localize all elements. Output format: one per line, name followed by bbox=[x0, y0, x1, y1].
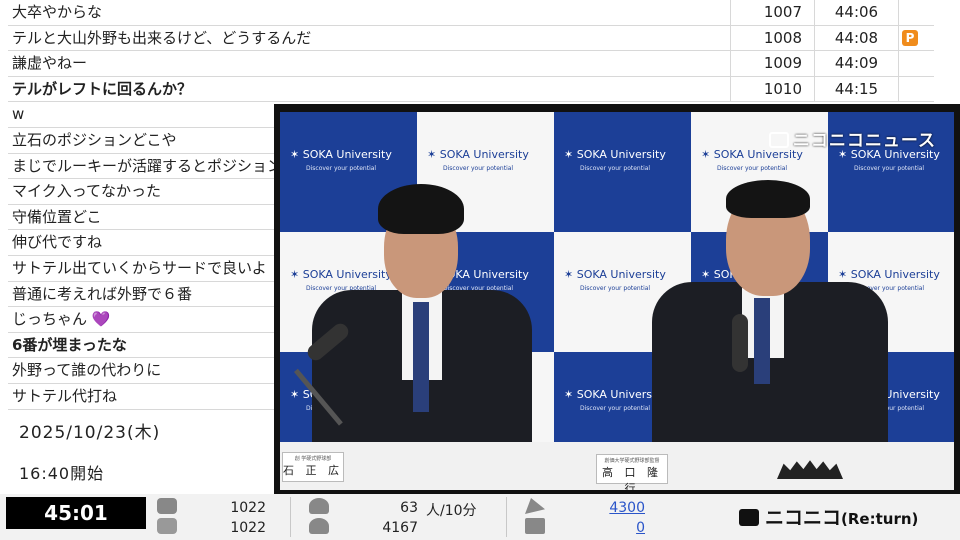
niconico-logo[interactable]: ニコニコ(Re:turn) bbox=[739, 503, 918, 530]
comment-count-icon bbox=[157, 518, 177, 534]
comment-icon bbox=[157, 498, 177, 514]
comment-text: じっちゃん 💜 bbox=[12, 310, 111, 329]
tv-icon bbox=[768, 132, 789, 148]
comment-text: 守備位置どこ bbox=[12, 207, 102, 226]
broadcast-start-time: 16:40開始 bbox=[19, 464, 105, 483]
comment-row[interactable]: テルがレフトに回るんか？ 1010 44:15 bbox=[8, 76, 934, 103]
university-logo-text: ✶ SOKA University bbox=[564, 388, 666, 401]
tv-icon bbox=[739, 509, 759, 526]
university-tagline: Discover your potential bbox=[306, 165, 377, 172]
comment-text: テルがレフトに回るんか？ bbox=[12, 79, 193, 98]
handheld-microphone bbox=[732, 314, 748, 372]
gift-icon bbox=[525, 518, 545, 534]
university-tagline: Discover your potential bbox=[443, 165, 514, 172]
comment-text: まじでルーキーが活躍するとポジションにな bbox=[12, 156, 313, 175]
comment-number: 1007 bbox=[730, 0, 814, 25]
comment-time: 44:08 bbox=[814, 25, 898, 51]
comment-text: 普通に考えれば外野で６番 bbox=[12, 284, 193, 303]
premium-badge-icon: P bbox=[902, 29, 918, 46]
comment-count-primary: 1022 bbox=[230, 500, 266, 516]
comment-time: 44:09 bbox=[814, 51, 898, 77]
university-logo-text: ✶ SOKA University bbox=[838, 268, 940, 281]
viewer-rate-icon bbox=[309, 498, 329, 514]
status-divider bbox=[290, 497, 291, 537]
comment-text: サトテル代打ね bbox=[12, 387, 118, 405]
comment-text: 大卒やからな bbox=[12, 3, 103, 21]
video-frame: ✶ SOKA University Discover your potential… bbox=[280, 112, 954, 490]
comment-number: 1009 bbox=[730, 51, 814, 77]
university-logo-text: ✶ SOKA University bbox=[564, 268, 666, 281]
ad-points-link[interactable]: 4300 bbox=[575, 500, 645, 516]
viewer-total: 4167 bbox=[382, 520, 418, 536]
comment-text: 謙虚やねー bbox=[12, 54, 88, 73]
university-tagline: Discover your potential bbox=[580, 165, 651, 172]
university-logo-text: ✶ SOKA University bbox=[290, 268, 392, 281]
comment-text: マイク入ってなかった bbox=[12, 182, 161, 201]
nico-news-logo: ニコニコニュース bbox=[768, 126, 936, 151]
comment-text: サトテル出ていくからサードで良いよ bbox=[12, 259, 267, 277]
comment-time: 44:06 bbox=[814, 0, 898, 25]
gift-points-link[interactable]: 0 bbox=[575, 520, 645, 536]
comment-text: 伸び代ですね bbox=[12, 233, 103, 252]
university-logo-text: ✶ SOKA University bbox=[290, 148, 392, 161]
broadcast-date: 2025/10/23(木) bbox=[19, 423, 161, 443]
comment-row[interactable]: 大卒やからな 1007 44:06 bbox=[8, 0, 934, 26]
comment-badge-cell bbox=[898, 0, 934, 25]
university-logo-text: ✶ SOKA University bbox=[564, 148, 666, 161]
video-player[interactable]: ✶ SOKA University Discover your potential… bbox=[274, 104, 960, 494]
comment-text: テルと大山外野も出来るけど、どうするんだ bbox=[12, 28, 312, 47]
university-tagline: Discover your potential bbox=[854, 165, 925, 172]
elapsed-time: 45:01 bbox=[6, 497, 146, 529]
viewer-rate-unit: 人/10分 bbox=[426, 503, 477, 519]
backdrop-tile: ✶ SOKA University Discover your potential bbox=[554, 112, 691, 232]
university-logo-text: ✶ SOKA University bbox=[427, 148, 529, 161]
comment-text: w bbox=[12, 105, 25, 124]
comment-text: 立石のポジションどこや bbox=[12, 131, 177, 149]
nameplate-left: 創 学硬式野球部 石 正 広 bbox=[282, 452, 344, 482]
university-tagline: Discover your potential bbox=[717, 165, 788, 172]
comment-badge-cell bbox=[898, 51, 934, 77]
comment-row[interactable]: 謙虚やねー 1009 44:09 bbox=[8, 51, 934, 77]
comment-row[interactable]: テルと大山外野も出来るけど、どうするんだ 1008 44:08 P bbox=[8, 25, 934, 52]
viewer-rate-value: 63 bbox=[400, 500, 418, 516]
university-tagline: Discover your potential bbox=[580, 405, 651, 412]
comment-badge-cell: P bbox=[898, 25, 934, 51]
comment-time: 44:15 bbox=[814, 76, 898, 102]
comment-text: 外野って誰の代わりに bbox=[12, 361, 162, 380]
university-tagline: Discover your potential bbox=[580, 285, 651, 292]
comment-text: 6番が埋まったな bbox=[12, 335, 127, 354]
comment-count-secondary: 1022 bbox=[230, 520, 266, 536]
nameplate-right: 創価大学硬式野球部監督 高 口 隆 行 bbox=[596, 454, 668, 490]
comment-number: 1010 bbox=[730, 76, 814, 102]
comment-badge-cell bbox=[898, 76, 934, 102]
viewer-icon bbox=[309, 518, 329, 534]
comment-number: 1008 bbox=[730, 25, 814, 51]
status-divider bbox=[506, 497, 507, 537]
